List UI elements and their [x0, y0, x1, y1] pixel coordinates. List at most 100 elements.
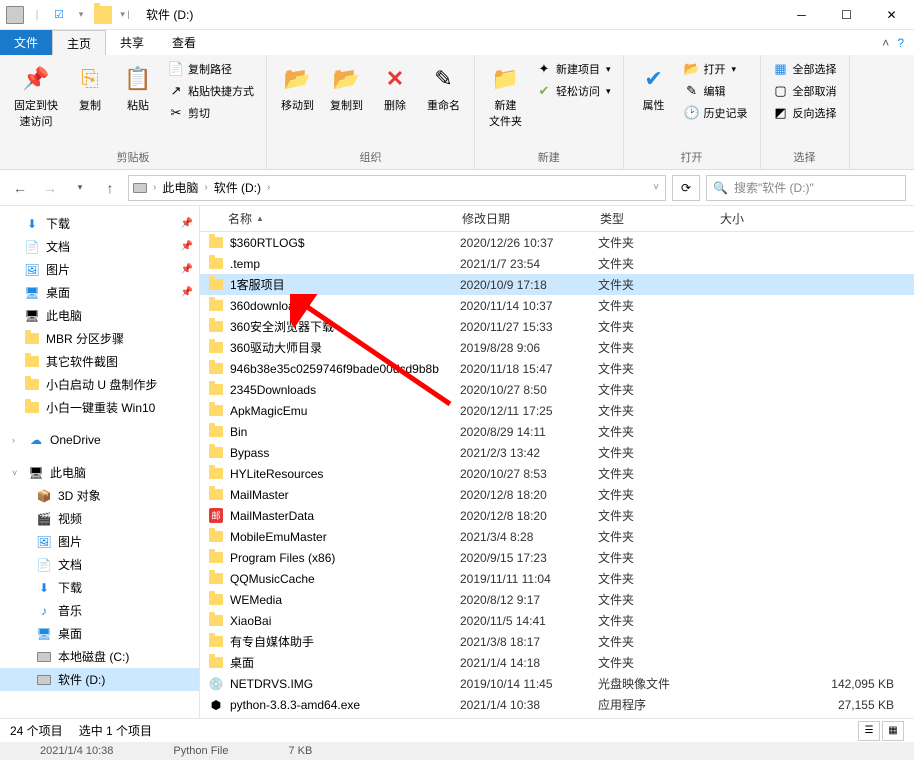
nav-desktop2[interactable]: 🖥桌面	[0, 622, 199, 645]
nav-video[interactable]: 🎬视频	[0, 507, 199, 530]
open-button[interactable]: 📂打开▾	[680, 59, 752, 79]
properties-button[interactable]: ✔属性	[632, 59, 676, 117]
invert-button[interactable]: ◩反向选择	[769, 103, 841, 123]
tab-file[interactable]: 文件	[0, 30, 52, 55]
nav-thispc[interactable]: ˅🖥此电脑	[0, 461, 199, 484]
breadcrumb-drive[interactable]: 软件 (D:)	[214, 179, 261, 196]
recent-dropdown[interactable]: ▾	[68, 176, 92, 200]
nav-desktop[interactable]: 🖥桌面📌	[0, 281, 199, 304]
chevron-right-icon[interactable]: ›	[202, 182, 209, 193]
copy-path-button[interactable]: 📄复制路径	[164, 59, 258, 79]
paste-shortcut-button[interactable]: ↗粘贴快捷方式	[164, 81, 258, 101]
breadcrumb-thispc[interactable]: 此电脑	[162, 179, 198, 196]
nav-cdrive[interactable]: 本地磁盘 (C:)	[0, 645, 199, 668]
address-bar[interactable]: › 此电脑 › 软件 (D:) › ˅	[128, 175, 666, 201]
nav-pictures2[interactable]: 🖼图片	[0, 530, 199, 553]
selectnone-button[interactable]: ▢全部取消	[769, 81, 841, 101]
qat-dropdown-icon[interactable]: ▾	[72, 6, 90, 24]
file-row[interactable]: Bin2020/8/29 14:11文件夹	[200, 421, 914, 442]
file-row[interactable]: HYLiteResources2020/10/27 8:53文件夹	[200, 463, 914, 484]
nav-onedrive[interactable]: ›☁OneDrive	[0, 429, 199, 451]
file-row[interactable]: WEMedia2020/8/12 9:17文件夹	[200, 589, 914, 610]
nav-documents2[interactable]: 📄文档	[0, 553, 199, 576]
nav-xiaobai-win[interactable]: 小白一键重装 Win10	[0, 396, 199, 419]
nav-music[interactable]: ♪音乐	[0, 599, 199, 622]
nav-pictures[interactable]: 🖼图片📌	[0, 258, 199, 281]
file-row[interactable]: XiaoBai2020/11/5 14:41文件夹	[200, 610, 914, 631]
file-row[interactable]: $360RTLOG$2020/12/26 10:37文件夹	[200, 232, 914, 253]
moveto-button[interactable]: 📂移动到	[275, 59, 320, 117]
history-button[interactable]: 🕑历史记录	[680, 103, 752, 123]
col-type[interactable]: 类型	[592, 210, 712, 227]
easyaccess-button[interactable]: ✔轻松访问▾	[532, 81, 615, 101]
file-row[interactable]: Program Files (x86)2020/9/15 17:23文件夹	[200, 547, 914, 568]
up-button[interactable]: ↑	[98, 176, 122, 200]
back-button[interactable]: ←	[8, 176, 32, 200]
selectall-button[interactable]: ▦全部选择	[769, 59, 841, 79]
file-type: 文件夹	[598, 612, 718, 629]
close-button[interactable]: ✕	[869, 0, 914, 30]
file-row[interactable]: 邮MailMasterData2020/12/8 18:20文件夹	[200, 505, 914, 526]
nav-xiaobai-u[interactable]: 小白启动 U 盘制作步	[0, 373, 199, 396]
minimize-button[interactable]: ─	[779, 0, 824, 30]
col-size[interactable]: 大小	[712, 210, 914, 227]
refresh-button[interactable]: ⟳	[672, 175, 700, 201]
rename-button[interactable]: ✎重命名	[421, 59, 466, 117]
nav-thispc-qa[interactable]: 🖥此电脑	[0, 304, 199, 327]
copyto-button[interactable]: 📂复制到	[324, 59, 369, 117]
tab-view[interactable]: 查看	[158, 30, 210, 55]
file-row[interactable]: 1客服项目2020/10/9 17:18文件夹	[200, 274, 914, 295]
group-new-label: 新建	[483, 147, 615, 167]
file-row[interactable]: 💿NETDRVS.IMG2019/10/14 11:45光盘映像文件142,09…	[200, 673, 914, 694]
file-type: 文件夹	[598, 234, 718, 251]
nav-ddrive[interactable]: 软件 (D:)	[0, 668, 199, 691]
forward-button[interactable]: →	[38, 176, 62, 200]
col-name[interactable]: 名称▲	[200, 210, 454, 227]
pin-quickaccess-button[interactable]: 📌 固定到快 速访问	[8, 59, 64, 133]
file-row[interactable]: 桌面2021/1/4 14:18文件夹	[200, 652, 914, 673]
file-row[interactable]: ApkMagicEmu2020/12/11 17:25文件夹	[200, 400, 914, 421]
edit-button[interactable]: ✎编辑	[680, 81, 752, 101]
view-details-button[interactable]: ☰	[858, 721, 880, 741]
qat-chevron-icon[interactable]: ▾ |	[116, 6, 134, 24]
file-row[interactable]: 946b38e35c0259746f9bade00dcd9b8b2020/11/…	[200, 358, 914, 379]
nav-3d[interactable]: 📦3D 对象	[0, 484, 199, 507]
copy-button[interactable]: ⎘ 复制	[68, 59, 112, 117]
chevron-right-icon[interactable]: ›	[151, 182, 158, 193]
file-row[interactable]: MobileEmuMaster2021/3/4 8:28文件夹	[200, 526, 914, 547]
chevron-right-icon[interactable]: ›	[265, 182, 272, 193]
nav-mbr[interactable]: MBR 分区步骤	[0, 327, 199, 350]
ribbon-collapse-icon[interactable]: ˄	[882, 36, 889, 50]
newfolder-button[interactable]: 📁新建 文件夹	[483, 59, 528, 133]
navigation-pane[interactable]: ⬇下载📌 📄文档📌 🖼图片📌 🖥桌面📌 🖥此电脑 MBR 分区步骤 其它软件截图…	[0, 206, 200, 718]
delete-button[interactable]: ✕删除	[373, 59, 417, 117]
file-list[interactable]: $360RTLOG$2020/12/26 10:37文件夹.temp2021/1…	[200, 232, 914, 718]
file-row[interactable]: QQMusicCache2019/11/11 11:04文件夹	[200, 568, 914, 589]
file-row[interactable]: 2345Downloads2020/10/27 8:50文件夹	[200, 379, 914, 400]
file-row[interactable]: ⬢python-3.8.3-amd64.exe2021/1/4 10:38应用程…	[200, 694, 914, 715]
col-modified[interactable]: 修改日期	[454, 210, 592, 227]
file-row[interactable]: 360安全浏览器下载2020/11/27 15:33文件夹	[200, 316, 914, 337]
nav-downloads2[interactable]: ⬇下载	[0, 576, 199, 599]
file-row[interactable]: 360驱动大师目录2019/8/28 9:06文件夹	[200, 337, 914, 358]
file-row[interactable]: MailMaster2020/12/8 18:20文件夹	[200, 484, 914, 505]
nav-documents[interactable]: 📄文档📌	[0, 235, 199, 258]
view-icons-button[interactable]: ▦	[882, 721, 904, 741]
address-dropdown-icon[interactable]: ˅	[651, 182, 661, 193]
search-input[interactable]: 🔍 搜索"软件 (D:)"	[706, 175, 906, 201]
maximize-button[interactable]: ☐	[824, 0, 869, 30]
tab-share[interactable]: 共享	[106, 30, 158, 55]
cut-button[interactable]: ✂剪切	[164, 103, 258, 123]
tab-home[interactable]: 主页	[52, 30, 106, 55]
nav-downloads[interactable]: ⬇下载📌	[0, 212, 199, 235]
file-row[interactable]: 有专自媒体助手2021/3/8 18:17文件夹	[200, 631, 914, 652]
file-type: 应用程序	[598, 696, 718, 713]
help-icon[interactable]: ?	[897, 36, 904, 50]
qat-check-icon[interactable]: ☑	[50, 6, 68, 24]
file-row[interactable]: Bypass2021/2/3 13:42文件夹	[200, 442, 914, 463]
paste-button[interactable]: 📋 粘贴	[116, 59, 160, 117]
file-row[interactable]: 360downloads2020/11/14 10:37文件夹	[200, 295, 914, 316]
file-row[interactable]: .temp2021/1/7 23:54文件夹	[200, 253, 914, 274]
nav-othersoft[interactable]: 其它软件截图	[0, 350, 199, 373]
newitem-button[interactable]: ✦新建项目▾	[532, 59, 615, 79]
